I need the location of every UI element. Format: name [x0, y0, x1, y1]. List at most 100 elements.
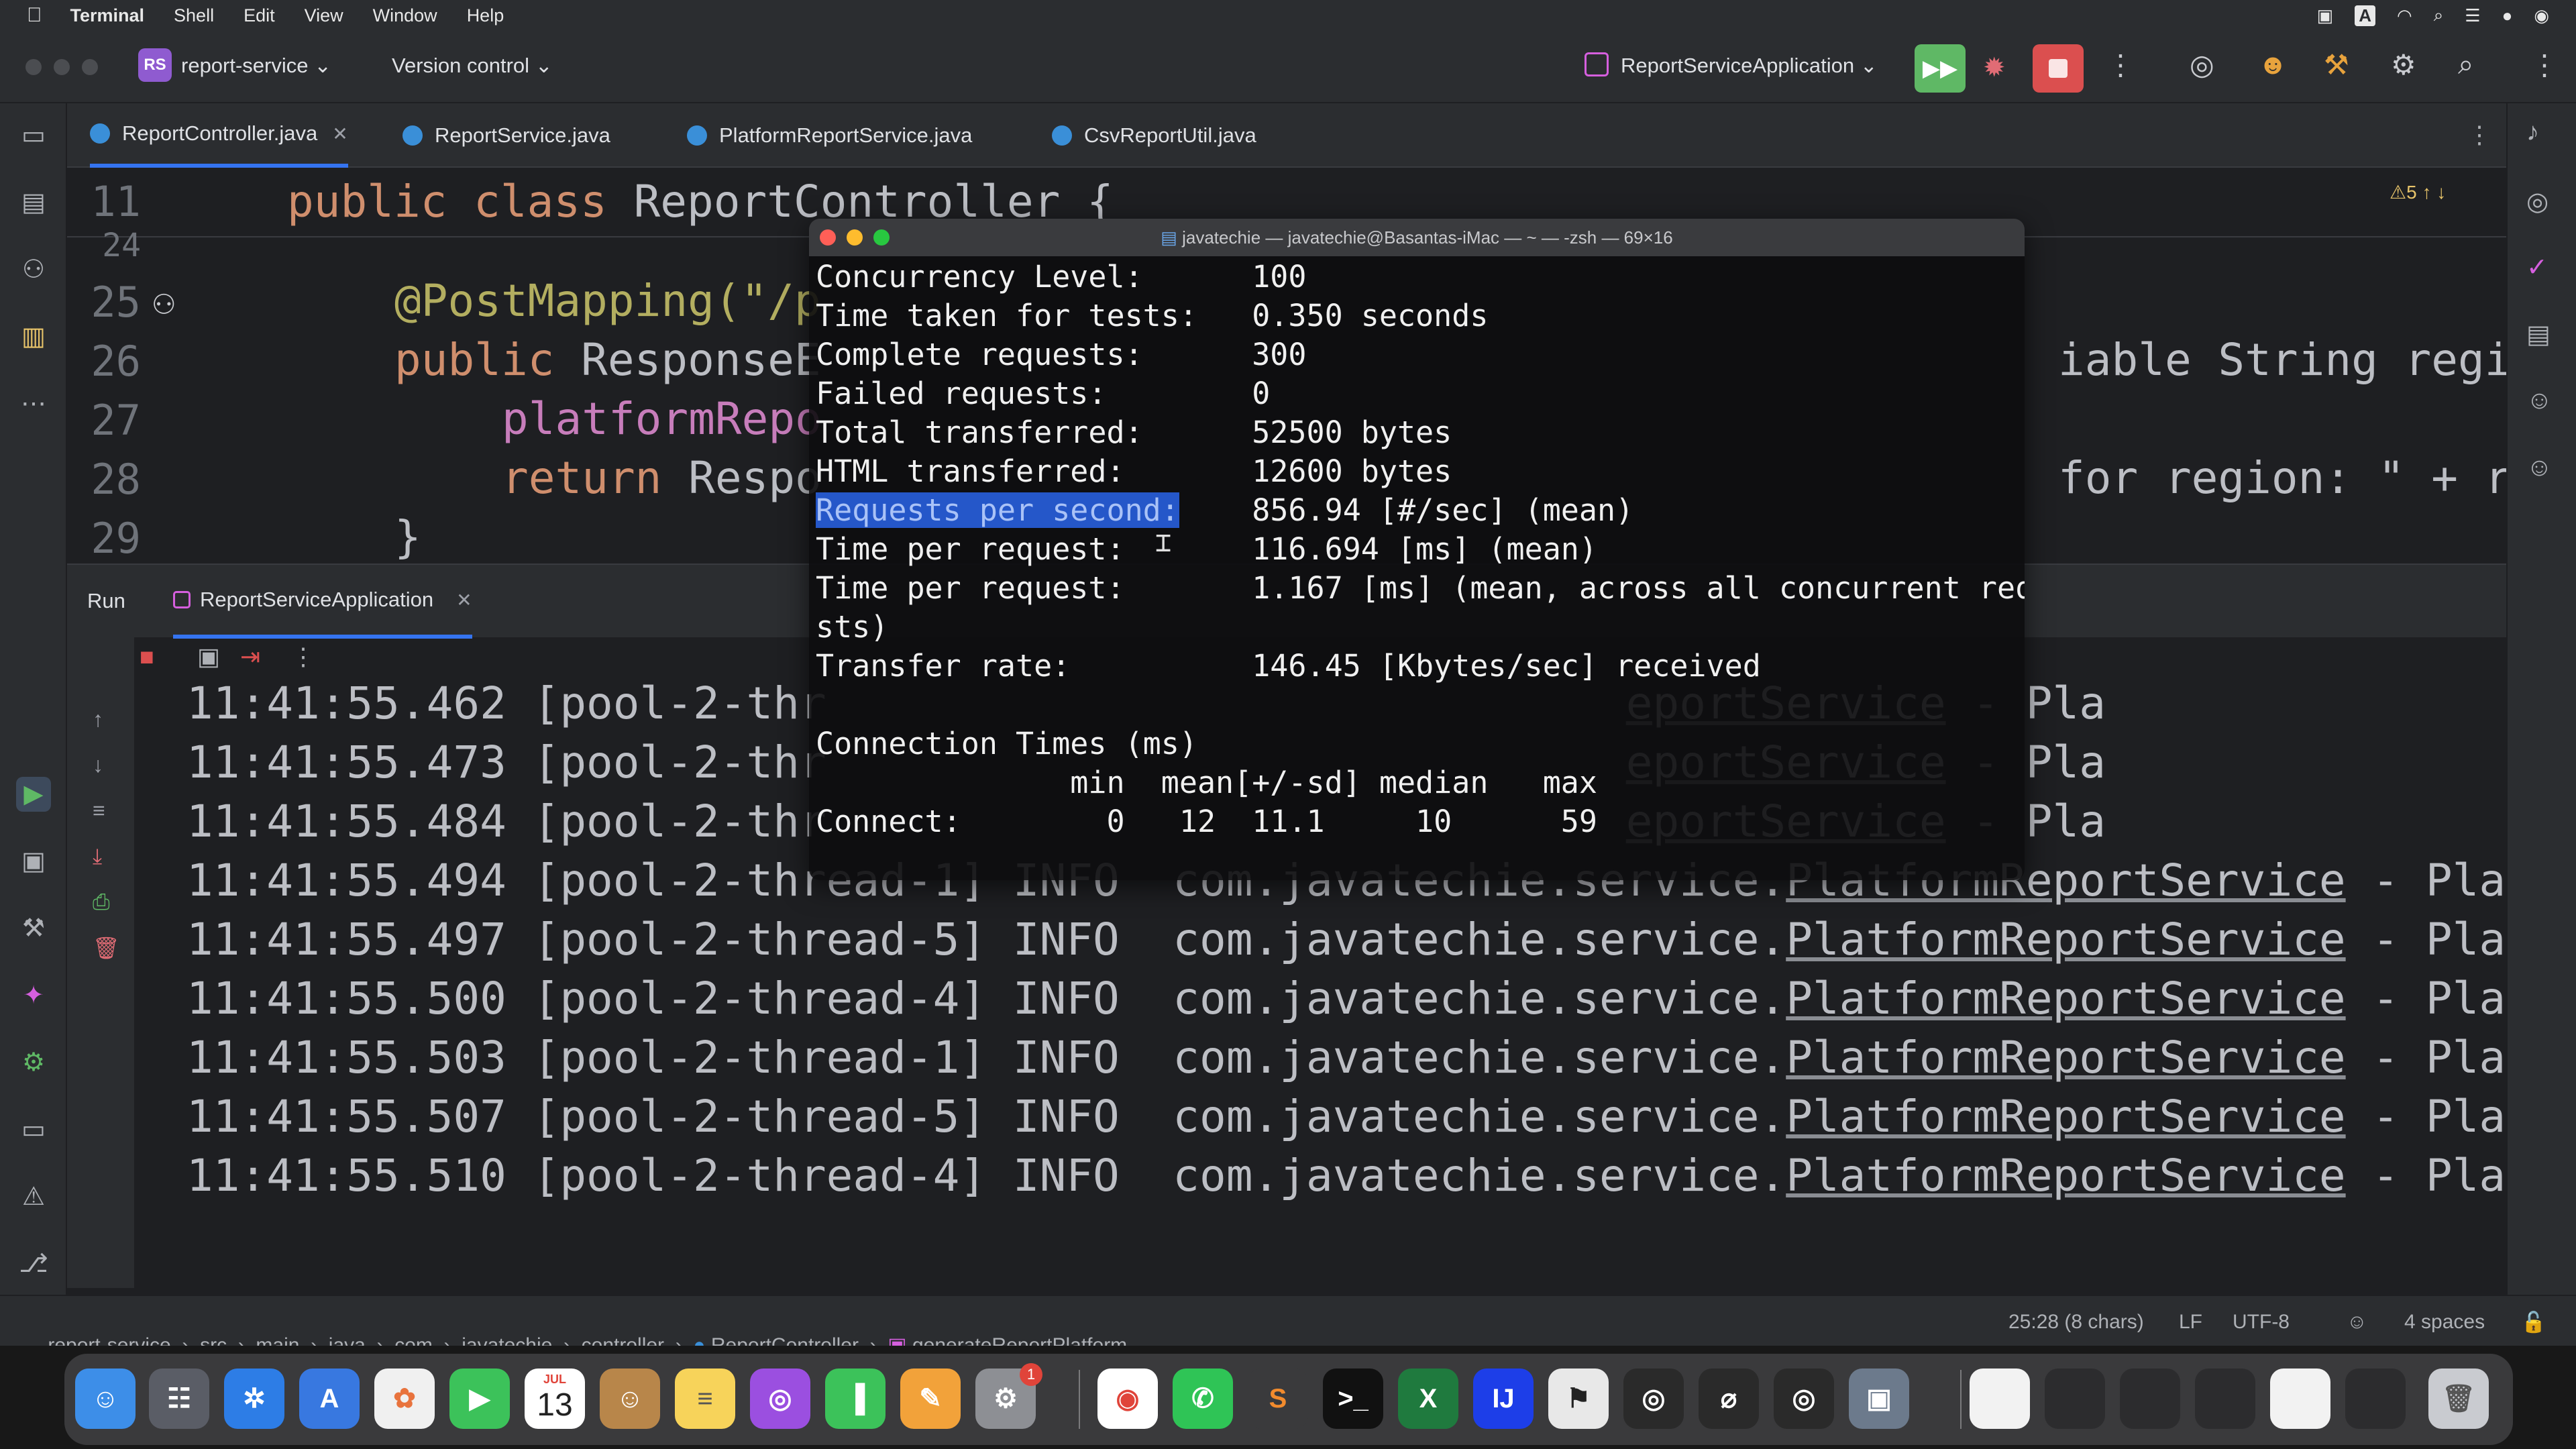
run-tab-report-service-app[interactable]: ReportServiceApplication ✕: [173, 565, 472, 639]
terminal-icon[interactable]: ▭: [16, 1112, 51, 1147]
obs-icon[interactable]: ◎: [1623, 1368, 1684, 1429]
line-separator[interactable]: LF: [2179, 1311, 2202, 1334]
build-icon[interactable]: ⚒: [16, 911, 51, 946]
project-badge[interactable]: RS: [138, 48, 172, 82]
menu-help[interactable]: Help: [467, 5, 504, 26]
indent-setting[interactable]: 4 spaces: [2404, 1311, 2485, 1334]
close-icon[interactable]: ✕: [456, 589, 472, 611]
clear-all-icon[interactable]: 🗑: [93, 935, 120, 961]
terminal-window[interactable]: ▤ javatechie — javatechie@Basantas-iMac …: [809, 219, 2025, 880]
settings-gear-icon[interactable]: ⚙: [16, 1045, 51, 1080]
close-icon[interactable]: ✕: [332, 123, 347, 145]
rerun-button[interactable]: ▶▶: [1915, 44, 1966, 93]
facetime-icon[interactable]: ▶: [449, 1368, 510, 1429]
recent-window-thumbnail[interactable]: [2345, 1368, 2406, 1429]
launchpad-icon[interactable]: ☷: [149, 1368, 209, 1429]
screen-sharing-icon[interactable]: ▣: [1849, 1368, 1909, 1429]
recent-window-thumbnail[interactable]: [2045, 1368, 2105, 1429]
more-icon[interactable]: ⋮: [291, 643, 315, 671]
stop-button[interactable]: [2033, 44, 2084, 93]
database-icon[interactable]: ▤: [2526, 319, 2551, 350]
menu-window[interactable]: Window: [373, 5, 437, 26]
photos-icon[interactable]: ✿: [374, 1368, 435, 1429]
ai-assistant-icon[interactable]: ◎: [2190, 48, 2214, 81]
log-service-link[interactable]: PlatformReportService: [1786, 1091, 2345, 1142]
pages-icon[interactable]: ✎: [900, 1368, 961, 1429]
copilot-status-icon[interactable]: ☺: [2347, 1311, 2367, 1334]
app-store-icon[interactable]: A: [299, 1368, 360, 1429]
recent-document-thumbnail[interactable]: [1970, 1368, 2030, 1429]
chrome-icon[interactable]: ◉: [1097, 1368, 1158, 1429]
notifications-icon[interactable]: ♪: [2526, 118, 2539, 147]
bookmarks-icon[interactable]: ▥: [16, 319, 51, 354]
apple-menu-icon[interactable]: : [27, 4, 42, 27]
close-window-button[interactable]: [25, 59, 42, 75]
file-encoding[interactable]: UTF-8: [2233, 1311, 2290, 1334]
tab-report-controller[interactable]: ReportController.java ✕: [90, 103, 348, 168]
sublime-text-icon[interactable]: S: [1248, 1368, 1308, 1429]
siri-icon[interactable]: ●: [2502, 5, 2513, 26]
contacts-icon[interactable]: ☺: [600, 1368, 660, 1429]
tab-csv-report-util[interactable]: CsvReportUtil.java: [1052, 103, 1256, 168]
recent-window-thumbnail[interactable]: [2195, 1368, 2255, 1429]
debug-icon[interactable]: ✹: [1983, 52, 2006, 83]
more-actions-icon[interactable]: ⋮: [2106, 48, 2135, 81]
zoom-window-button[interactable]: [82, 59, 98, 75]
notes-icon[interactable]: ≡: [675, 1368, 735, 1429]
structure-icon[interactable]: ⚇: [16, 252, 51, 287]
plugins-icon[interactable]: ⚙: [2391, 48, 2416, 81]
menu-edit[interactable]: Edit: [244, 5, 275, 26]
gradle-icon[interactable]: ☺: [2526, 453, 2553, 482]
camera-icon[interactable]: ▣: [197, 643, 220, 671]
log-service-link[interactable]: PlatformReportService: [1786, 914, 2345, 965]
obs-studio-icon[interactable]: ◎: [1774, 1368, 1834, 1429]
recent-window-thumbnail[interactable]: [2270, 1368, 2330, 1429]
control-center-icon[interactable]: ☰: [2465, 5, 2480, 26]
compass-icon[interactable]: ⌀: [1699, 1368, 1759, 1429]
podcasts-icon[interactable]: ◎: [750, 1368, 810, 1429]
spotlight-icon[interactable]: ⌕: [2434, 5, 2444, 26]
print-icon[interactable]: ⎙: [93, 890, 110, 915]
log-service-link[interactable]: PlatformReportService: [1786, 1032, 2345, 1083]
finder-icon[interactable]: ☺: [75, 1368, 136, 1429]
ide-menu-icon[interactable]: ⋮: [2530, 48, 2559, 81]
calendar-icon[interactable]: JUL 13: [525, 1368, 585, 1429]
search-icon[interactable]: ⌕: [2458, 48, 2474, 81]
project-view-icon[interactable]: ▭: [16, 118, 51, 153]
more-tool-windows-icon[interactable]: ⋯: [16, 386, 51, 421]
soft-wrap-icon[interactable]: ≡: [93, 798, 105, 823]
notification-icon[interactable]: ◉: [2534, 5, 2549, 26]
screen-mirroring-icon[interactable]: ▣: [2317, 5, 2334, 26]
tab-platform-report-service[interactable]: PlatformReportService.java: [687, 103, 972, 168]
numbers-icon[interactable]: ▐: [825, 1368, 885, 1429]
lock-icon[interactable]: 🔓: [2521, 1311, 2546, 1334]
code-with-me-icon[interactable]: ☻: [2258, 48, 2288, 80]
endpoints-icon[interactable]: ✦: [16, 978, 51, 1013]
menu-app-name[interactable]: Terminal: [70, 5, 145, 26]
recent-window-thumbnail[interactable]: [2120, 1368, 2180, 1429]
ai-chat-icon[interactable]: ◎: [2526, 186, 2548, 217]
wifi-icon[interactable]: ◠: [2397, 5, 2412, 26]
menu-view[interactable]: View: [305, 5, 343, 26]
arrow-up-icon[interactable]: ↑: [93, 707, 103, 732]
whatsapp-icon[interactable]: ✆: [1173, 1368, 1233, 1429]
menu-shell[interactable]: Shell: [174, 5, 214, 26]
log-service-link[interactable]: PlatformReportService: [1786, 1150, 2345, 1201]
stop-icon[interactable]: ■: [140, 643, 154, 671]
project-selector[interactable]: report-service ⌄: [181, 54, 331, 78]
exit-icon[interactable]: ⇥: [240, 643, 260, 671]
maven-icon[interactable]: ✓: [2526, 252, 2548, 282]
git-icon[interactable]: ⎇: [16, 1246, 51, 1281]
run-tool-icon[interactable]: ▶: [16, 777, 51, 812]
postman-icon[interactable]: ⚑: [1548, 1368, 1609, 1429]
copilot-icon[interactable]: ☺: [2526, 386, 2553, 415]
services-icon[interactable]: ▣: [16, 844, 51, 879]
arrow-down-icon[interactable]: ↓: [93, 753, 103, 777]
problems-icon[interactable]: ⚠: [16, 1179, 51, 1214]
tab-options-icon[interactable]: ⋮: [2467, 121, 2491, 149]
minimize-window-button[interactable]: [54, 59, 70, 75]
terminal-app-icon[interactable]: >_: [1323, 1368, 1383, 1429]
endpoint-gutter-icon[interactable]: ⚇: [153, 280, 175, 323]
warnings-indicator[interactable]: ⚠5 ↑ ↓: [2390, 181, 2446, 203]
version-control-menu[interactable]: Version control ⌄: [392, 54, 553, 78]
